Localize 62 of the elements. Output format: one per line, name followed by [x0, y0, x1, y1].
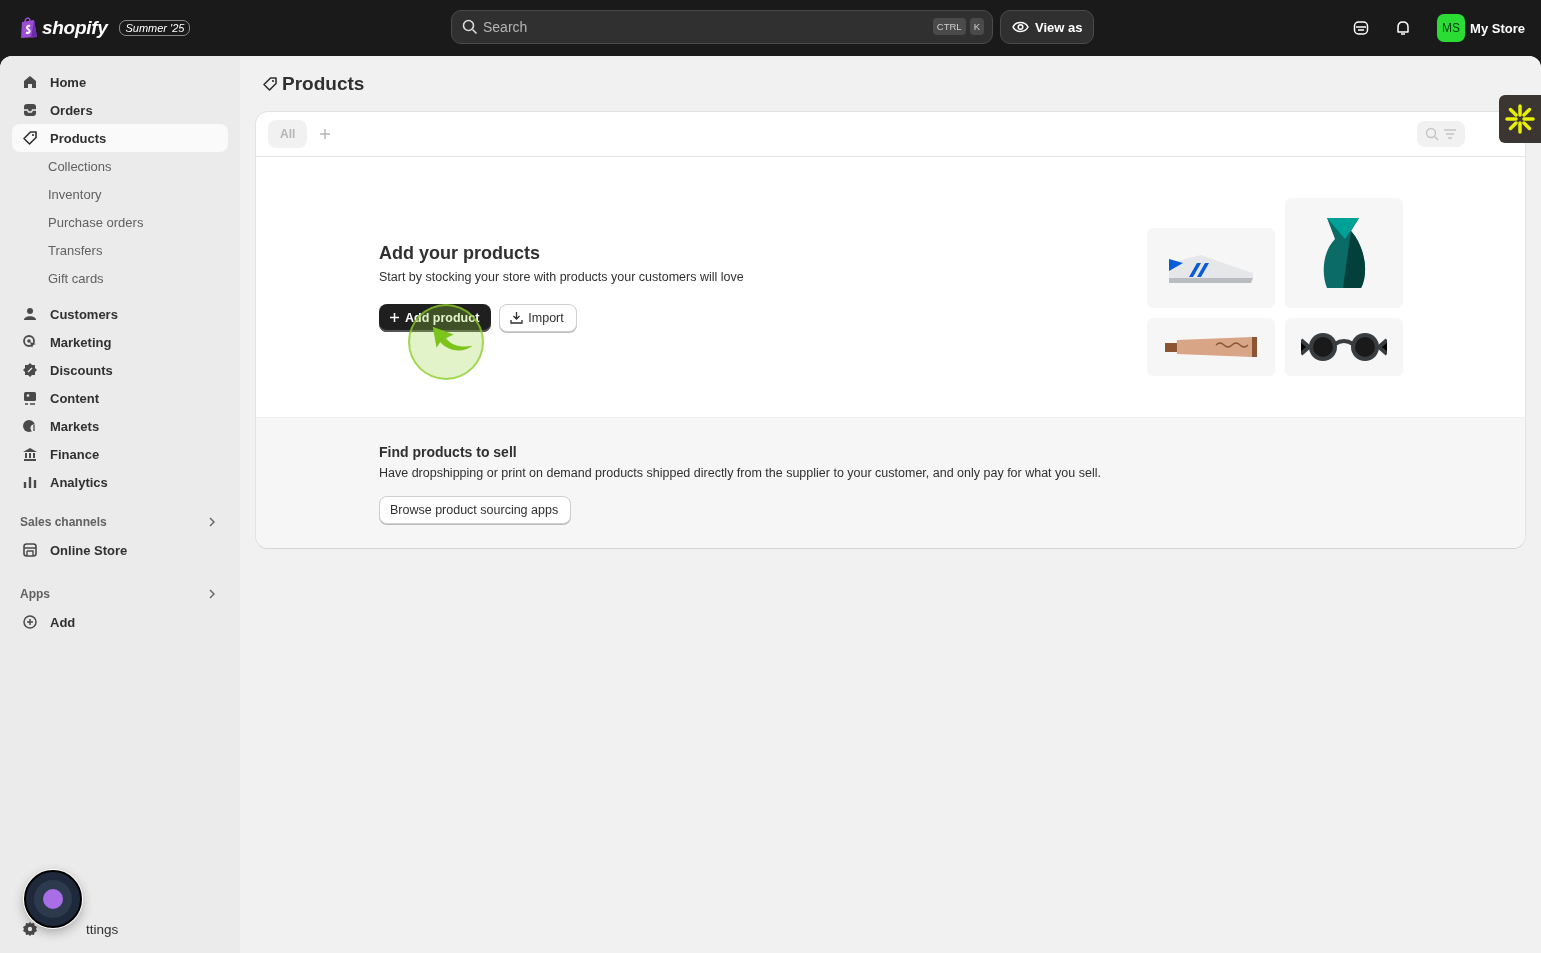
gear-icon: [22, 921, 38, 937]
inbox-icon: [22, 102, 38, 118]
store-avatar: MS: [1437, 14, 1466, 42]
assistant-widget[interactable]: [1499, 95, 1541, 143]
filter-icon: [1443, 128, 1457, 140]
sidebar-item[interactable]: Markets: [12, 412, 228, 440]
sidebar-item[interactable]: Analytics: [12, 468, 228, 496]
target-icon: [22, 334, 38, 350]
import-button[interactable]: Import: [499, 303, 577, 332]
section-heading: Apps: [20, 587, 50, 601]
sidebar-item[interactable]: Add: [12, 608, 228, 636]
sidebar-item[interactable]: Finance: [12, 440, 228, 468]
sparkle-icon: [1505, 104, 1535, 134]
section-heading: Add your products: [379, 242, 541, 264]
logo-wordmark: shopify: [42, 17, 108, 39]
search-icon: [462, 19, 478, 35]
plus-icon: [389, 312, 400, 323]
sidebar-item[interactable]: Home: [12, 68, 228, 96]
vase-drawing: [1321, 217, 1367, 289]
sidebar-item[interactable]: Collections: [12, 152, 228, 180]
shopping-bag-icon: [20, 17, 38, 39]
download-icon: [510, 311, 524, 324]
sidebar-item[interactable]: Products: [12, 124, 228, 152]
search-icon: [1425, 127, 1439, 141]
section-description: Have dropshipping or print on demand products shipped directly from the supplier to your customer, and only pay for what you sell.: [379, 466, 1102, 480]
sidebar-item[interactable]: Online Store: [12, 536, 228, 564]
browse-apps-button[interactable]: Browse product sourcing apps: [379, 496, 572, 524]
recording-button[interactable]: [24, 870, 82, 928]
sidebar-item[interactable]: Orders: [12, 96, 228, 124]
add-product-button[interactable]: Add product: [379, 303, 492, 332]
section-heading: Sales channels: [20, 515, 107, 529]
shortcut-key: CTRL: [932, 18, 966, 35]
settings-link[interactable]: ttings: [86, 921, 119, 937]
sidebar-item[interactable]: Purchase orders: [12, 208, 228, 236]
store-name: My Store: [1470, 20, 1525, 36]
bank-icon: [22, 446, 38, 462]
sidebar-item[interactable]: Content: [12, 384, 228, 412]
bar-chart-icon: [22, 474, 38, 490]
store-menu[interactable]: MS My Store: [1437, 14, 1525, 42]
storefront-icon: [22, 542, 38, 558]
sidebar-item[interactable]: Inventory: [12, 180, 228, 208]
eye-icon: [1012, 21, 1029, 33]
section-heading: Find products to sell: [379, 444, 518, 460]
sidebar-item[interactable]: Gift cards: [12, 264, 228, 292]
home-icon: [22, 74, 38, 90]
sidebar-item[interactable]: Discounts: [12, 356, 228, 384]
sidebar-item[interactable]: Customers: [12, 300, 228, 328]
add-circle-icon: [22, 614, 38, 630]
edition-badge: Summer '25: [119, 20, 191, 36]
sidebar-item[interactable]: Marketing: [12, 328, 228, 356]
page-title: Products: [282, 73, 365, 95]
view-as-button[interactable]: View as: [1000, 10, 1095, 44]
person-icon: [22, 306, 38, 322]
tag-icon: [262, 76, 278, 92]
chevron-right-icon[interactable]: [208, 516, 216, 528]
tag-icon: [22, 130, 38, 146]
discount-badge-icon: [22, 362, 38, 378]
sidebar-item[interactable]: Transfers: [12, 236, 228, 264]
chevron-right-icon[interactable]: [208, 588, 216, 600]
notification-bell-icon[interactable]: [1395, 20, 1412, 36]
image-icon: [22, 390, 38, 406]
section-description: Start by stocking your store with products your customers will love: [379, 269, 745, 284]
